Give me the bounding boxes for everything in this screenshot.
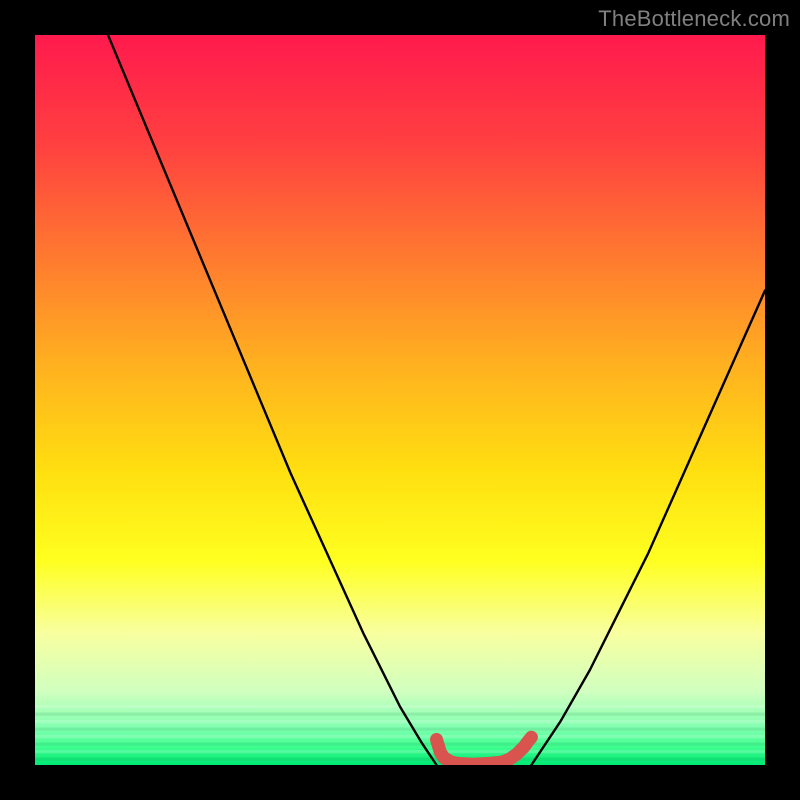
chart-container: TheBottleneck.com bbox=[0, 0, 800, 800]
chart-svg bbox=[35, 35, 765, 765]
gradient-background bbox=[35, 35, 765, 765]
plot-area bbox=[35, 35, 765, 765]
watermark-text: TheBottleneck.com bbox=[598, 6, 790, 32]
